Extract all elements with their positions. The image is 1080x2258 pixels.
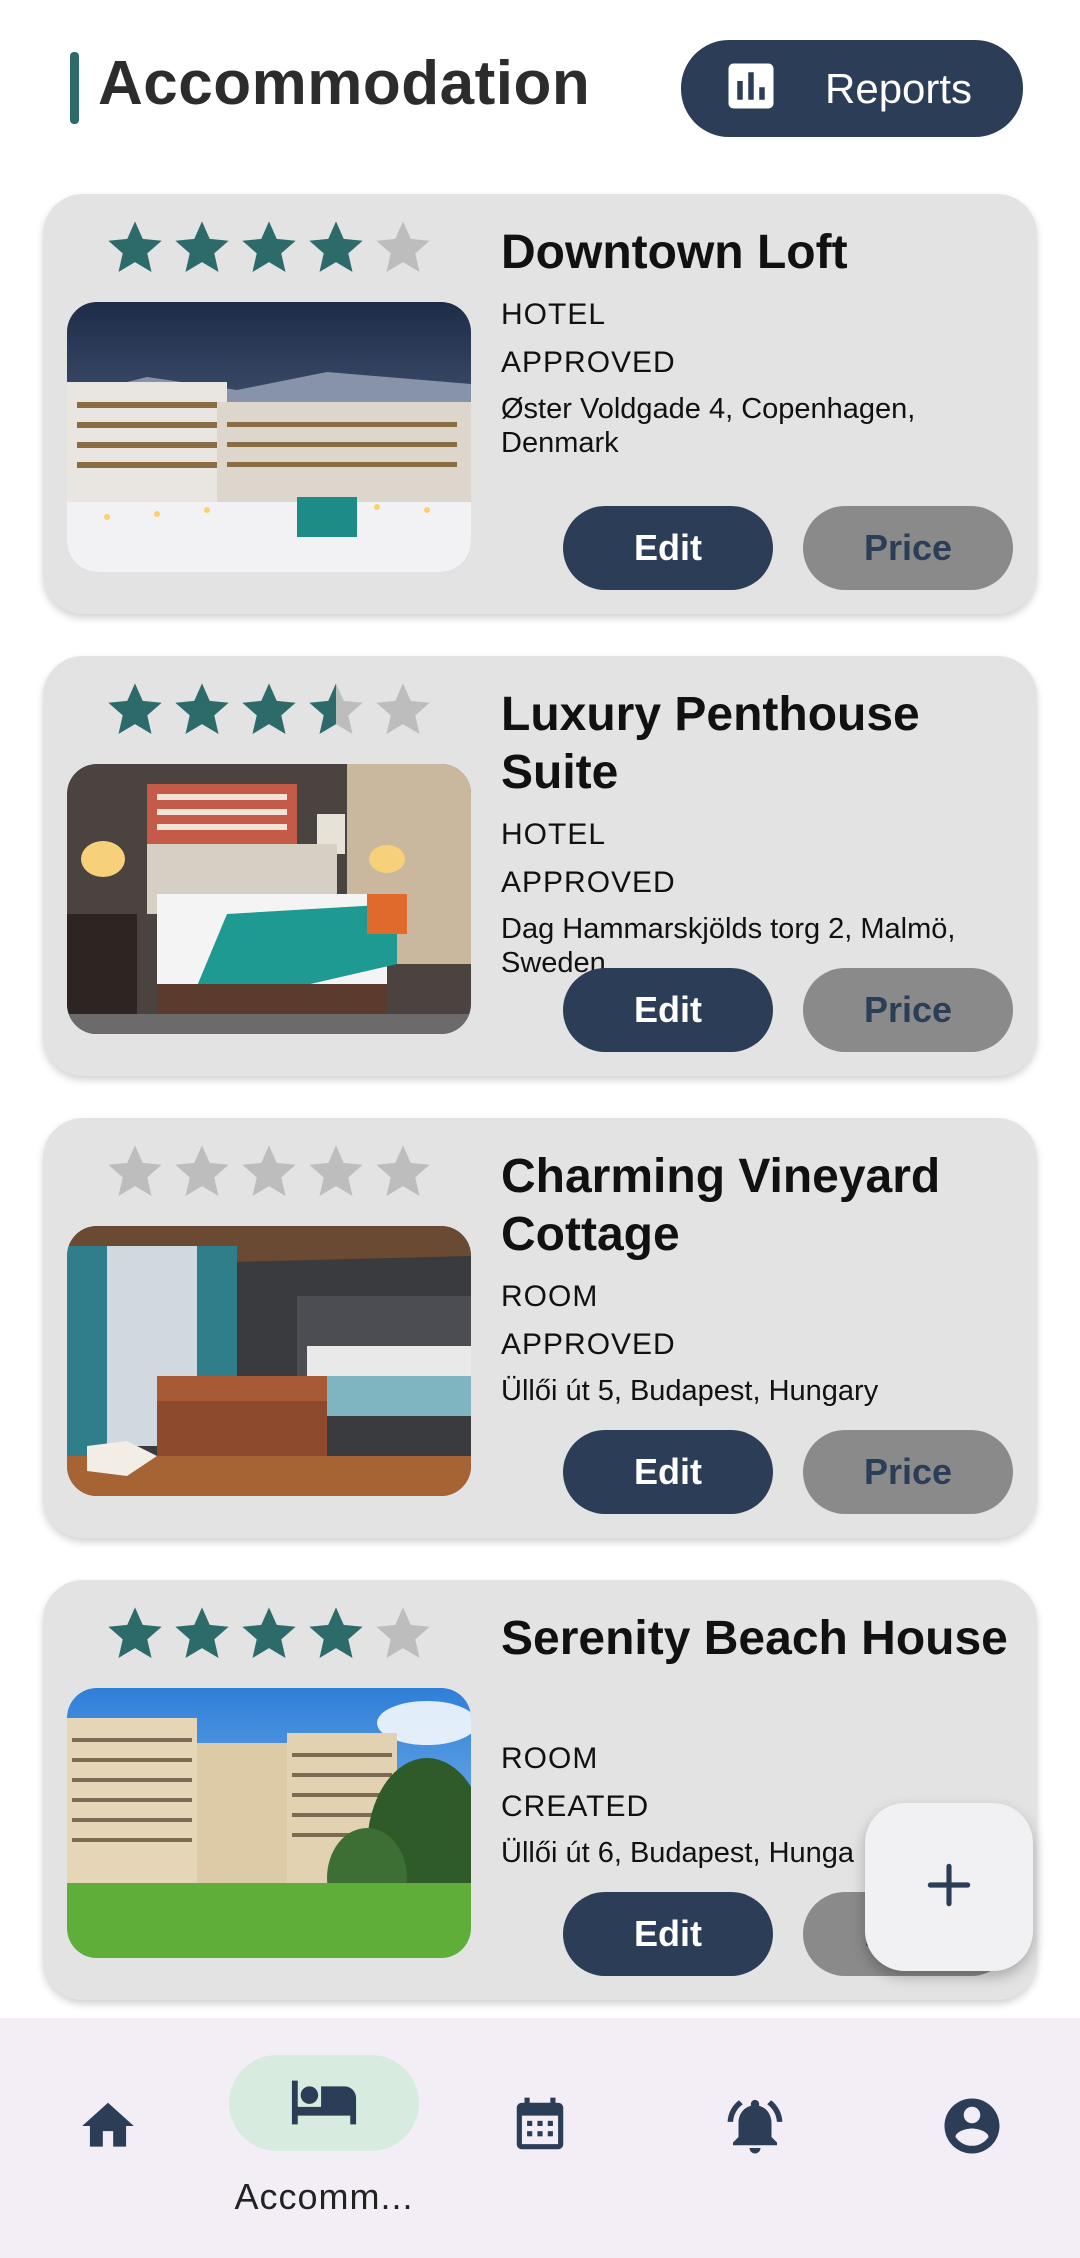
accommodation-status: APPROVED bbox=[501, 1328, 676, 1361]
star-filled-icon bbox=[242, 221, 296, 272]
notifications-icon bbox=[722, 2093, 788, 2164]
nav-item-account[interactable] bbox=[922, 2078, 1022, 2178]
plus-icon bbox=[921, 1857, 977, 1918]
edit-button[interactable]: Edit bbox=[563, 506, 773, 590]
star-rating bbox=[103, 1140, 435, 1204]
star-empty-icon bbox=[376, 683, 430, 734]
star-empty-icon bbox=[376, 221, 430, 272]
star-filled-icon bbox=[175, 221, 229, 272]
star-filled-icon bbox=[175, 1607, 229, 1658]
account-icon bbox=[939, 2093, 1005, 2164]
star-filled-icon bbox=[242, 683, 296, 734]
nav-item-accommodation[interactable] bbox=[229, 2055, 419, 2151]
accommodation-type: HOTEL bbox=[501, 298, 607, 331]
star-filled-icon bbox=[309, 1607, 363, 1658]
accommodation-type: ROOM bbox=[501, 1280, 599, 1313]
bottom-navigation: Accomm... bbox=[0, 2018, 1080, 2258]
reports-button[interactable]: Reports bbox=[681, 40, 1023, 137]
price-button[interactable]: Price bbox=[803, 1430, 1013, 1514]
star-filled-icon bbox=[108, 683, 162, 734]
star-rating bbox=[103, 678, 435, 742]
star-filled-icon bbox=[108, 1607, 162, 1658]
accommodation-name: Downtown Loft bbox=[501, 226, 848, 279]
page-title: Accommodation bbox=[98, 49, 591, 118]
accommodation-name: Luxury Penthouse Suite bbox=[501, 688, 920, 799]
star-empty-icon bbox=[309, 1145, 363, 1196]
calendar-icon bbox=[509, 2095, 571, 2162]
star-empty-icon bbox=[242, 1145, 296, 1196]
accommodation-photo bbox=[67, 764, 471, 1034]
add-accommodation-button[interactable] bbox=[865, 1803, 1033, 1971]
star-filled-icon bbox=[175, 683, 229, 734]
star-empty-icon bbox=[376, 1145, 430, 1196]
accommodation-status: CREATED bbox=[501, 1790, 650, 1823]
star-rating bbox=[103, 1602, 435, 1666]
nav-item-home[interactable] bbox=[58, 2078, 158, 2178]
nav-item-notifications[interactable] bbox=[705, 2078, 805, 2178]
star-empty-icon bbox=[175, 1145, 229, 1196]
accommodation-address: Üllői út 6, Budapest, Hunga bbox=[501, 1837, 855, 1869]
price-button[interactable]: Price bbox=[803, 968, 1013, 1052]
nav-item-calendar[interactable] bbox=[490, 2078, 590, 2178]
home-icon bbox=[77, 2095, 139, 2162]
app-header: Accommodation Reports bbox=[0, 0, 1080, 180]
star-empty-icon bbox=[108, 1145, 162, 1196]
accommodation-card[interactable]: Luxury Penthouse Suite HOTEL APPROVED Da… bbox=[43, 656, 1037, 1076]
accommodation-status: APPROVED bbox=[501, 866, 676, 899]
accommodation-card[interactable]: Downtown Loft HOTEL APPROVED Øster Voldg… bbox=[43, 194, 1037, 614]
reports-label: Reports bbox=[825, 64, 973, 112]
star-rating bbox=[103, 216, 435, 280]
star-filled-icon bbox=[309, 221, 363, 272]
edit-button[interactable]: Edit bbox=[563, 1430, 773, 1514]
star-empty-icon bbox=[376, 1607, 430, 1658]
bed-icon bbox=[289, 2066, 359, 2141]
title-accent-bar bbox=[70, 52, 79, 124]
star-half-icon bbox=[309, 683, 363, 734]
star-filled-icon bbox=[242, 1607, 296, 1658]
accommodation-address: Üllői út 5, Budapest, Hungary bbox=[501, 1375, 879, 1407]
star-filled-icon bbox=[108, 221, 162, 272]
edit-button[interactable]: Edit bbox=[563, 968, 773, 1052]
accommodation-photo bbox=[67, 302, 471, 572]
nav-label-accommodation: Accomm... bbox=[234, 2176, 414, 2217]
bar-chart-icon bbox=[721, 56, 781, 121]
accommodation-status: APPROVED bbox=[501, 346, 676, 379]
accommodation-name: Charming Vineyard Cottage bbox=[501, 1150, 941, 1261]
accommodation-address: Øster Voldgade 4, Copenhagen, Denmark bbox=[501, 393, 916, 459]
accommodation-photo bbox=[67, 1688, 471, 1958]
accommodation-type: HOTEL bbox=[501, 818, 607, 851]
accommodation-type: ROOM bbox=[501, 1742, 599, 1775]
edit-button[interactable]: Edit bbox=[563, 1892, 773, 1976]
accommodation-card[interactable]: Charming Vineyard Cottage ROOM APPROVED … bbox=[43, 1118, 1037, 1538]
accommodation-photo bbox=[67, 1226, 471, 1496]
price-button[interactable]: Price bbox=[803, 506, 1013, 590]
accommodation-name: Serenity Beach House bbox=[501, 1612, 1008, 1665]
